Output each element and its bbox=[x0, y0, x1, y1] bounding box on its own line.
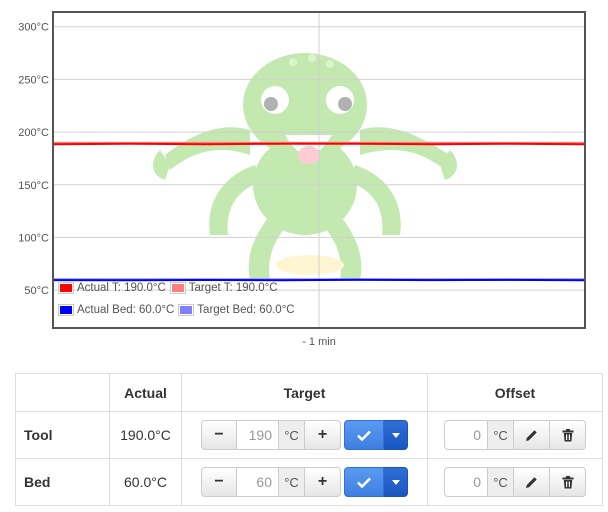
target-control-tool: − 190 °C + bbox=[201, 420, 408, 450]
target-cell-bed: − 60 °C + bbox=[181, 458, 428, 506]
target-input-tool[interactable]: 190 bbox=[237, 420, 279, 450]
y-tick-label: 200°C bbox=[18, 127, 49, 139]
header-target: Target bbox=[181, 373, 428, 412]
offset-control-bed: 0 °C bbox=[444, 467, 586, 497]
y-tick-label: 50°C bbox=[24, 285, 49, 297]
target-cell-tool: − 190 °C + bbox=[181, 411, 428, 459]
legend-item-target-bed: Target Bed: 60.0°C bbox=[178, 304, 295, 316]
temperature-table: Actual Target Offset Tool 190.0°C − 190 … bbox=[15, 373, 603, 506]
legend-label: Target T: 190.0°C bbox=[188, 282, 278, 294]
temperature-graph: 300°C 250°C 200°C 150°C 100°C 50°C - 1 min Act… bbox=[0, 0, 608, 360]
y-tick-label: 100°C bbox=[18, 232, 49, 244]
series-line-actual-tool bbox=[53, 142, 585, 146]
target-options-button[interactable] bbox=[384, 467, 408, 497]
target-control-bed: − 60 °C + bbox=[201, 467, 408, 497]
x-tick-label: - 1 min bbox=[302, 336, 336, 348]
pencil-icon bbox=[526, 429, 537, 441]
legend-item-target-tool: Target T: 190.0°C bbox=[169, 282, 278, 294]
decrease-target-button[interactable]: − bbox=[201, 420, 237, 450]
legend-label: Actual Bed: 60.0°C bbox=[77, 304, 175, 316]
trash-icon bbox=[562, 428, 573, 441]
increase-target-button[interactable]: + bbox=[305, 467, 341, 497]
check-icon bbox=[357, 430, 371, 441]
chart-legend: Actual T: 190.0°C Target T: 190.0°C Actu… bbox=[58, 277, 299, 321]
trash-icon bbox=[562, 475, 573, 488]
delete-offset-button[interactable] bbox=[550, 467, 586, 497]
edit-offset-button[interactable] bbox=[514, 420, 550, 450]
actual-temp-tool: 190.0°C bbox=[109, 411, 182, 459]
caret-down-icon bbox=[391, 479, 400, 485]
offset-input-tool[interactable]: 0 bbox=[444, 420, 488, 450]
actual-temp-bed: 60.0°C bbox=[109, 458, 182, 506]
set-target-button[interactable] bbox=[344, 420, 384, 450]
unit-label: °C bbox=[279, 420, 305, 450]
offset-input-bed[interactable]: 0 bbox=[444, 467, 488, 497]
legend-item-actual-tool: Actual T: 190.0°C bbox=[58, 282, 166, 294]
decrease-target-button[interactable]: − bbox=[201, 467, 237, 497]
delete-offset-button[interactable] bbox=[550, 420, 586, 450]
check-icon bbox=[357, 477, 371, 488]
legend-item-actual-bed: Actual Bed: 60.0°C bbox=[58, 304, 174, 316]
y-tick-label: 300°C bbox=[18, 22, 49, 34]
y-tick-label: 150°C bbox=[18, 180, 49, 192]
legend-label: Target Bed: 60.0°C bbox=[197, 304, 295, 316]
set-target-button[interactable] bbox=[344, 467, 384, 497]
offset-control-tool: 0 °C bbox=[444, 420, 586, 450]
table-header-row: Actual Target Offset bbox=[15, 373, 603, 412]
edit-offset-button[interactable] bbox=[514, 467, 550, 497]
target-options-button[interactable] bbox=[384, 420, 408, 450]
offset-cell-bed: 0 °C bbox=[427, 458, 603, 506]
unit-label: °C bbox=[488, 467, 514, 497]
table-row-bed: Bed 60.0°C − 60 °C + 0 °C bbox=[15, 458, 603, 506]
unit-label: °C bbox=[279, 467, 305, 497]
y-tick-label: 250°C bbox=[18, 74, 49, 86]
row-label-tool: Tool bbox=[15, 411, 110, 459]
caret-down-icon bbox=[391, 432, 400, 438]
header-actual: Actual bbox=[109, 373, 182, 412]
pencil-icon bbox=[526, 476, 537, 488]
legend-label: Actual T: 190.0°C bbox=[77, 282, 166, 294]
target-input-bed[interactable]: 60 bbox=[237, 467, 279, 497]
octopus-logo bbox=[153, 53, 457, 280]
increase-target-button[interactable]: + bbox=[305, 420, 341, 450]
header-offset: Offset bbox=[427, 373, 603, 412]
table-row-tool: Tool 190.0°C − 190 °C + 0 °C bbox=[15, 411, 603, 459]
unit-label: °C bbox=[488, 420, 514, 450]
row-label-bed: Bed bbox=[15, 458, 110, 506]
offset-cell-tool: 0 °C bbox=[427, 411, 603, 459]
header-blank bbox=[15, 373, 110, 412]
